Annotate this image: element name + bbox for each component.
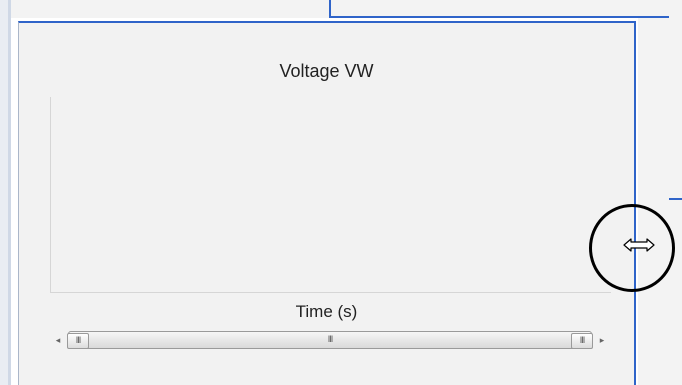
plot-title: Voltage VW [279,61,374,81]
scroll-right-arrow-icon[interactable]: ▸ [594,332,610,348]
time-scrollbar[interactable]: ◂ III III III ▸ [50,329,610,351]
scrollbar-right-handle[interactable]: III [571,333,593,349]
left-frame-border [8,0,11,385]
annotation-circle [589,204,675,292]
plot-area[interactable] [50,97,611,293]
top-panel-divider-horizontal [329,16,669,18]
scrollbar-left-handle[interactable]: III [67,333,89,349]
scroll-left-arrow-icon[interactable]: ◂ [50,332,66,348]
app-window: Voltage VW Time (s) ◂ III III III ▸ [0,0,682,385]
right-panel-area [638,18,682,385]
left-window-frame [0,0,8,385]
plot-panel: Voltage VW Time (s) ◂ III III III ▸ [18,21,636,385]
scrollbar-grip-icon: III [327,334,333,344]
scrollbar-thumb[interactable]: III III III [67,331,593,349]
x-axis-label: Time (s) [295,302,358,321]
right-panel-border [669,198,682,200]
